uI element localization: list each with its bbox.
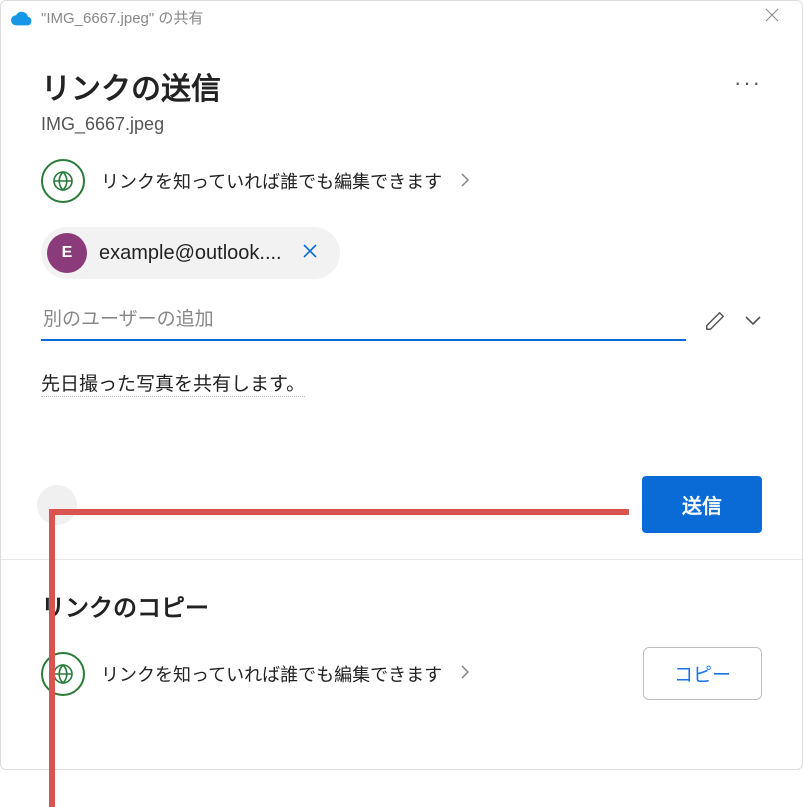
pencil-icon[interactable]	[704, 310, 726, 332]
window-title: "IMG_6667.jpeg" の共有	[41, 7, 203, 28]
file-name: IMG_6667.jpeg	[41, 114, 762, 135]
message-text[interactable]: 先日撮った写真を共有します。	[41, 374, 305, 397]
send-button[interactable]: 送信	[642, 476, 762, 533]
link-permission-selector[interactable]: リンクを知っていれば誰でも編集できます	[41, 159, 762, 203]
more-options-button[interactable]: ···	[734, 64, 762, 96]
add-user-input[interactable]	[41, 301, 686, 341]
globe-icon	[41, 159, 85, 203]
onedrive-icon	[11, 10, 33, 26]
recipient-chip[interactable]: E example@outlook....	[41, 227, 340, 279]
close-button[interactable]	[752, 7, 792, 28]
sender-avatar-placeholder	[37, 485, 77, 525]
chevron-down-icon[interactable]	[744, 315, 762, 327]
chevron-right-icon	[460, 171, 470, 192]
copy-section-title: リンクのコピー	[41, 588, 762, 623]
share-dialog: "IMG_6667.jpeg" の共有 リンクの送信 ··· IMG_6667.…	[0, 0, 803, 770]
permission-label: リンクを知っていれば誰でも編集できます	[101, 168, 442, 194]
globe-icon	[41, 652, 85, 696]
remove-recipient-button[interactable]	[294, 239, 326, 268]
chevron-right-icon	[460, 663, 470, 684]
copy-permission-selector[interactable]: リンクを知っていれば誰でも編集できます	[41, 652, 627, 696]
copy-button[interactable]: コピー	[643, 647, 762, 700]
recipient-avatar: E	[47, 233, 87, 273]
titlebar: "IMG_6667.jpeg" の共有	[1, 1, 802, 34]
recipient-email: example@outlook....	[99, 242, 282, 265]
dialog-title: リンクの送信	[41, 64, 221, 108]
copy-permission-label: リンクを知っていれば誰でも編集できます	[101, 661, 442, 687]
